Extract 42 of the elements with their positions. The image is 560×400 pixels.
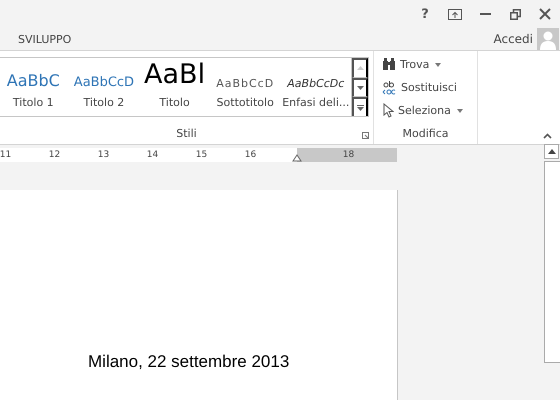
ruler-number: 13	[98, 150, 110, 160]
ruler-number: 15	[196, 150, 208, 160]
style-item[interactable]: AaBbC Titolo 1	[0, 58, 69, 116]
style-item[interactable]: AaBbCcD Sottotitolo	[210, 58, 280, 116]
help-button[interactable]: ?	[410, 2, 440, 26]
style-item[interactable]: AaBl Titolo	[139, 58, 210, 116]
binoculars-icon	[382, 58, 396, 71]
ruler-number: 12	[48, 150, 60, 160]
edit-command[interactable]: Trova	[382, 53, 430, 76]
caret-icon	[543, 133, 552, 139]
ruler-number: 16	[244, 150, 256, 160]
ribbon-display-icon	[448, 8, 462, 20]
ruler-number: 11	[0, 150, 12, 160]
dropdown-caret-icon[interactable]	[456, 108, 463, 112]
scroll-up-button[interactable]	[544, 144, 559, 159]
minimize-icon	[480, 13, 490, 15]
up-arrow-icon	[548, 149, 556, 154]
scrollbar-thumb[interactable]	[544, 161, 560, 363]
document-text: Milano, 22 settembre 2013	[88, 352, 290, 372]
expand-icon	[356, 104, 364, 111]
dropdown-caret-icon[interactable]	[435, 62, 442, 66]
ruler-number: 14	[146, 150, 158, 160]
edit-command[interactable]: Sostituisci	[382, 76, 457, 99]
scroll-up-button[interactable]	[352, 58, 368, 78]
indent-marker[interactable]	[292, 153, 302, 162]
edit-command[interactable]: Seleziona	[382, 99, 451, 122]
group-title: Stili	[176, 126, 197, 140]
cursor-icon	[382, 103, 394, 118]
sign-in-link[interactable]: Accedi	[493, 32, 533, 46]
more-button[interactable]	[352, 97, 368, 116]
replace-icon	[382, 80, 397, 95]
close-icon	[539, 8, 551, 20]
up-arrow-icon	[356, 66, 364, 70]
group-title: Modifica	[402, 126, 448, 140]
ribbon-tab[interactable]: SVILUPPO	[0, 32, 82, 46]
style-item[interactable]: AaBbCcD Titolo 2	[68, 58, 140, 116]
restore-icon	[510, 8, 520, 20]
scroll-down-button[interactable]	[352, 78, 368, 98]
ruler-number: 18	[342, 150, 354, 160]
dialog-launcher-icon[interactable]	[362, 132, 369, 139]
down-arrow-icon	[356, 86, 364, 90]
style-item[interactable]: AaBbCcDc Enfasi deli...	[280, 58, 352, 116]
